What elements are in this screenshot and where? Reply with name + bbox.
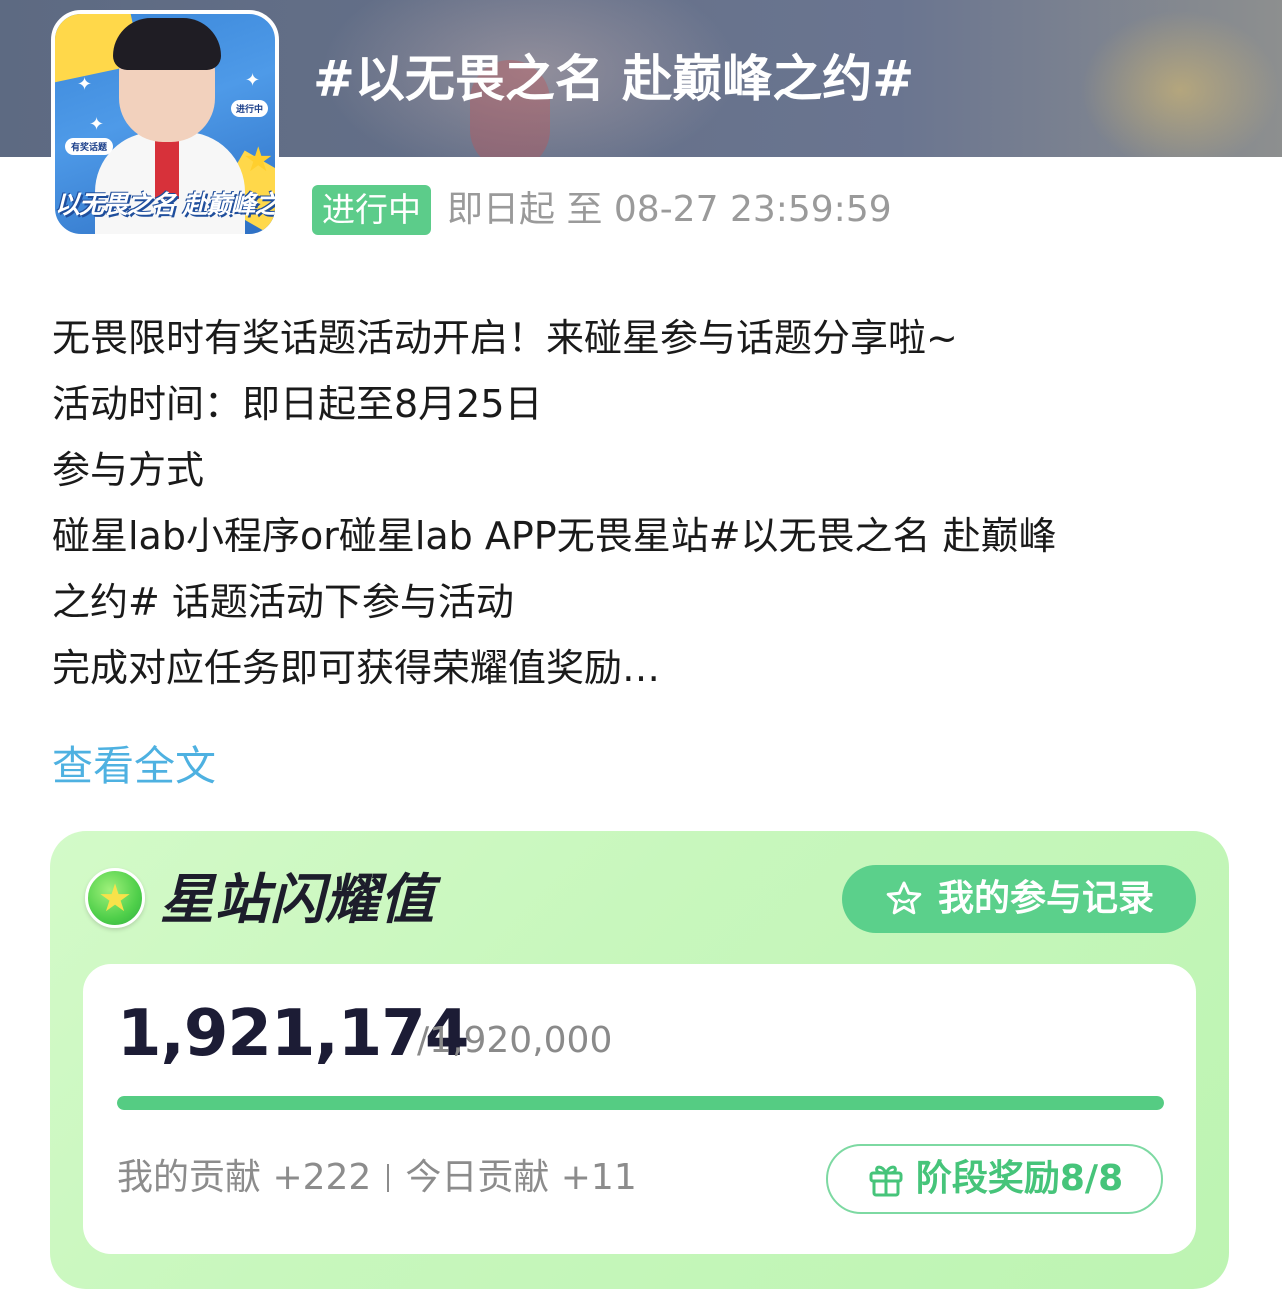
sparkle-icon: ✦ (245, 70, 261, 91)
honor-progress-panel: 1,921,174 /1,920,000 我的贡献 +222 今日贡献 +11 … (83, 964, 1196, 1254)
participation-record-button[interactable]: 我的参与记录 (842, 865, 1196, 933)
topic-cover-image[interactable]: ✦ ✦ ✦ ★ 有奖话题 进行中 以无畏之名 赴巅峰之约 (51, 10, 279, 238)
topic-title: #以无畏之名 赴巅峰之约# (313, 50, 915, 108)
read-more-link[interactable]: 查看全文 (52, 736, 216, 796)
my-contribution: 我的贡献 +222 (117, 1157, 372, 1198)
divider (387, 1164, 390, 1192)
target-honor-value: /1,920,000 (417, 1020, 613, 1061)
sparkle-icon: ✦ (89, 114, 105, 135)
cover-badge: 有奖话题 (65, 138, 114, 155)
date-range: 即日起 至 08-27 23:59:59 (447, 189, 892, 230)
cover-figure-hair (113, 18, 221, 70)
participation-record-label: 我的参与记录 (937, 878, 1154, 919)
current-honor-value: 1,921,174 (117, 997, 469, 1071)
star-badge-icon: ★ (85, 868, 145, 928)
star-icon: ★ (243, 140, 274, 180)
description-line: 活动时间：即日起至8月25日 (52, 382, 543, 426)
honor-progress-fill (117, 1096, 1164, 1110)
honor-progress-bar (117, 1096, 1164, 1110)
status-badge: 进行中 (312, 185, 431, 235)
banner-decoration (1080, 10, 1280, 157)
today-contribution: 今日贡献 +11 (405, 1157, 637, 1198)
description-line: 参与方式 (52, 448, 205, 492)
cover-badge: 进行中 (231, 100, 269, 117)
star-icon: ★ (97, 876, 133, 920)
gift-icon (869, 1165, 903, 1197)
honor-title: 星站闪耀值 (160, 868, 435, 931)
cover-script-text: 以无畏之名 赴巅峰之约 (55, 190, 279, 219)
description-line: 完成对应任务即可获得荣耀值奖励… (52, 646, 661, 690)
stage-reward-button[interactable]: 阶段奖励8/8 (826, 1144, 1163, 1214)
description-line: 无畏限时有奖话题活动开启！来碰星参与话题分享啦~ (52, 316, 958, 360)
star-outline-icon (886, 881, 922, 915)
topic-description: 无畏限时有奖话题活动开启！来碰星参与话题分享啦~ 活动时间：即日起至8月25日 … (52, 305, 1232, 701)
contribution-stats: 我的贡献 +222 今日贡献 +11 (117, 1152, 637, 1204)
description-line: 之约# 话题活动下参与活动 (52, 580, 514, 624)
sparkle-icon: ✦ (77, 74, 93, 95)
description-line: 碰星lab小程序or碰星lab APP无畏星站#以无畏之名 赴巅峰 (52, 514, 1057, 558)
honor-value-card: ★ 星站闪耀值 我的参与记录 1,921,174 /1,920,000 我的贡献… (50, 831, 1229, 1289)
stage-reward-label: 阶段奖励8/8 (915, 1158, 1124, 1199)
